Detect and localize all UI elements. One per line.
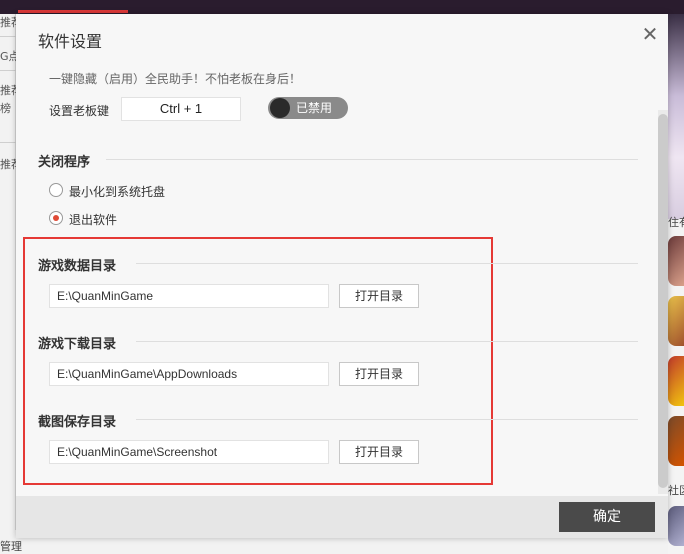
open-screenshot-dir-button[interactable]: 打开目录	[339, 440, 419, 464]
screenshot-dir-title: 截图保存目录	[38, 415, 117, 430]
close-icon[interactable]: ✕	[638, 22, 662, 46]
game-thumbnail[interactable]	[668, 506, 684, 546]
toggle-knob	[270, 98, 290, 118]
game-thumbnail[interactable]	[668, 236, 684, 286]
game-thumbnail[interactable]	[668, 296, 684, 346]
boss-key-label: 设置老板键	[49, 104, 110, 118]
background-left-label: 推荐	[0, 158, 16, 171]
radio-minimize-to-tray[interactable]	[49, 183, 63, 197]
background-left-label: 榜	[0, 102, 11, 115]
divider	[136, 341, 638, 342]
game-download-dir-title: 游戏下载目录	[38, 337, 117, 352]
radio-label-exit-software[interactable]: 退出软件	[69, 211, 117, 228]
game-data-dir-input[interactable]	[49, 284, 329, 308]
divider	[136, 263, 638, 264]
divider	[0, 70, 16, 71]
background-tab-highlight	[18, 10, 128, 13]
background-bottom-label: 管理	[0, 540, 22, 553]
open-game-data-dir-button[interactable]: 打开目录	[339, 284, 419, 308]
close-program-title: 关闭程序	[38, 155, 91, 170]
boss-key-input[interactable]: Ctrl + 1	[121, 97, 241, 121]
background-left-label: G点	[0, 50, 16, 63]
confirm-button[interactable]: 确定	[559, 502, 655, 532]
game-thumbnail[interactable]	[668, 416, 684, 466]
background-left-panel: 推荐 G点 推荐 榜 推荐	[0, 14, 16, 554]
open-game-download-dir-button[interactable]: 打开目录	[339, 362, 419, 386]
divider	[106, 159, 638, 160]
game-thumbnail[interactable]	[668, 356, 684, 406]
scrollbar-thumb[interactable]	[658, 114, 668, 488]
dialog-title: 软件设置	[38, 32, 103, 51]
background-left-label: 推荐	[0, 84, 16, 97]
background-right-label: 社区	[668, 484, 684, 497]
background-right-panel: 住有 社区	[668, 14, 684, 554]
background-topbar	[0, 0, 684, 14]
background-right-label: 住有	[668, 216, 684, 229]
game-data-dir-title: 游戏数据目录	[38, 259, 117, 274]
screenshot-dir-input[interactable]	[49, 440, 329, 464]
toggle-label: 已禁用	[296, 101, 333, 115]
radio-exit-software[interactable]	[49, 211, 63, 225]
radio-label-minimize-to-tray[interactable]: 最小化到系统托盘	[69, 183, 165, 200]
background-left-label: 推荐	[0, 16, 16, 29]
boss-key-toggle[interactable]: 已禁用	[268, 97, 348, 119]
boss-key-tip: 一键隐藏（启用）全民助手！不怕老板在身后！	[49, 72, 302, 86]
divider	[0, 36, 16, 37]
settings-dialog: 软件设置 ✕ 一键隐藏（启用）全民助手！不怕老板在身后！ 设置老板键 Ctrl …	[16, 14, 668, 538]
game-download-dir-input[interactable]	[49, 362, 329, 386]
divider	[136, 419, 638, 420]
background-banner-art	[668, 14, 684, 219]
divider	[0, 142, 16, 143]
